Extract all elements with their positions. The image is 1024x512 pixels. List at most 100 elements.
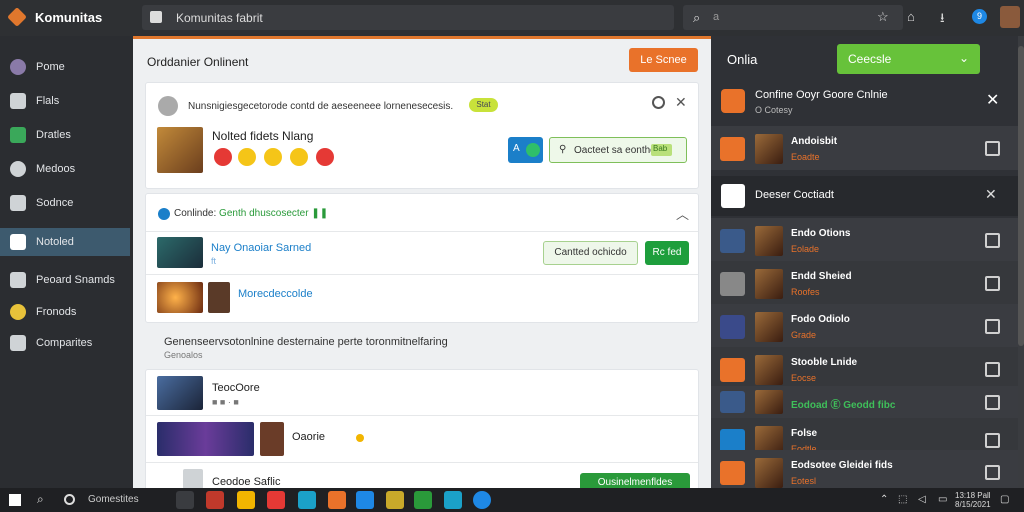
cry-face-icon[interactable]: [316, 148, 334, 166]
list-item-meta: ■ ■ · ■: [212, 397, 239, 407]
secondary-button[interactable]: Cantted ochicdo: [543, 241, 638, 265]
avatar: [755, 269, 783, 299]
speaker-icon[interactable]: ◁: [918, 494, 926, 505]
home-icon[interactable]: ⌂: [907, 9, 915, 24]
friend-checkbox[interactable]: [985, 395, 1000, 410]
divider: [146, 274, 698, 275]
panel-dropdown-button[interactable]: Ceecsle ⌄: [837, 44, 980, 74]
close-icon[interactable]: ✕: [986, 90, 999, 110]
robot-icon: [10, 127, 26, 143]
primary-button[interactable]: Rc fed: [645, 241, 689, 265]
share-button[interactable]: A: [508, 137, 543, 163]
friend-checkbox[interactable]: [985, 233, 1000, 248]
user-badge-icon[interactable]: 9: [972, 9, 987, 24]
friend-row[interactable]: Stooble Lnide Eocse: [711, 347, 1018, 391]
item-thumbnail[interactable]: [157, 422, 254, 456]
sidebar-item-notoled[interactable]: Notoled: [0, 228, 130, 256]
folder-icon[interactable]: [237, 491, 255, 509]
sidebar-item-dratles[interactable]: Dratles: [0, 121, 130, 149]
cortana-icon[interactable]: [64, 494, 75, 505]
action-button[interactable]: ⚲ Oacteet sa eonthe Bab: [549, 137, 687, 163]
friend-checkbox[interactable]: [985, 362, 1000, 377]
friend-row[interactable]: Fodo Odiolo Grade: [711, 304, 1018, 348]
card-title: Conlinde: Genth dhuscosecter ❚❚: [174, 208, 328, 219]
avatar[interactable]: [208, 282, 230, 313]
taskbar-search-label[interactable]: Gomestites: [88, 494, 139, 505]
app-icon[interactable]: [444, 491, 462, 509]
smile-face-icon[interactable]: [264, 148, 282, 166]
chevron-up-icon[interactable]: ⌃: [880, 494, 888, 505]
pause-icon: ❚❚: [311, 208, 329, 219]
item-thumbnail[interactable]: [157, 127, 203, 173]
post-text: Nunsnigiesgecetorode contd de aeseeneee …: [188, 101, 454, 112]
star-icon[interactable]: ☆: [877, 9, 889, 25]
task-view-icon[interactable]: [176, 491, 194, 509]
item-thumbnail[interactable]: [157, 237, 203, 268]
friend-row[interactable]: Endo Otions Eolade: [711, 218, 1018, 262]
friend-icon: [720, 229, 745, 253]
friend-checkbox[interactable]: [985, 141, 1000, 156]
sidebar-item-sodnce[interactable]: Sodnce: [0, 189, 130, 217]
avatar[interactable]: [260, 422, 284, 456]
sidebar-item-flals[interactable]: Flals: [0, 87, 130, 115]
grimace-face-icon[interactable]: [290, 148, 308, 166]
settings-icon[interactable]: [652, 96, 665, 109]
browser-icon[interactable]: [473, 491, 491, 509]
app-icon[interactable]: [267, 491, 285, 509]
scrollbar[interactable]: [1018, 36, 1024, 488]
list-item-title[interactable]: TeocOore: [212, 382, 260, 394]
avatar[interactable]: [1000, 6, 1020, 28]
download-icon[interactable]: ⭳: [940, 9, 945, 31]
angry-face-icon[interactable]: [214, 148, 232, 166]
friend-checkbox[interactable]: [985, 276, 1000, 291]
app-icon[interactable]: [328, 491, 346, 509]
friend-checkbox[interactable]: [985, 319, 1000, 334]
sidebar-item-comparites[interactable]: Comparites: [0, 329, 130, 357]
item-thumbnail[interactable]: [157, 282, 203, 313]
windows-start-icon[interactable]: [9, 494, 21, 506]
search-bar[interactable]: ⌕ a: [683, 5, 903, 30]
friend-row[interactable]: Andoisbit Eoadte: [711, 126, 1018, 170]
list-item-title[interactable]: Ceodoe Saflic: [212, 476, 281, 488]
friend-checkbox[interactable]: [985, 465, 1000, 480]
close-icon[interactable]: ✕: [675, 94, 687, 111]
search-input[interactable]: a: [713, 11, 719, 23]
battery-icon[interactable]: ▭: [938, 494, 947, 505]
sidebar: Pome Flals Dratles Medoos Sodnce Notoled…: [0, 36, 133, 488]
item-title-link[interactable]: Morecdeccolde: [238, 288, 313, 300]
list-item-title[interactable]: Oaorie: [292, 431, 325, 443]
app-icon[interactable]: [356, 491, 374, 509]
network-icon[interactable]: ⬚: [898, 494, 907, 505]
clock[interactable]: 13:18 Pall 8/15/2021: [955, 491, 991, 509]
search-icon[interactable]: ⌕: [37, 492, 44, 507]
friend-row[interactable]: Eodoad Ⓔ Geodd fibc: [711, 386, 1018, 418]
item-title-link[interactable]: Nay Onaoiar Sarned: [211, 242, 311, 254]
page-title: Orddanier Onlinent: [147, 55, 249, 69]
sidebar-item-label: Peoard Snamds: [36, 274, 115, 286]
sad-face-icon[interactable]: [238, 148, 256, 166]
address-bar[interactable]: Komunitas fabrit: [142, 5, 674, 30]
collapse-icon[interactable]: ✕: [985, 186, 997, 203]
app-icon[interactable]: [386, 491, 404, 509]
friend-icon: [720, 315, 745, 339]
chevron-up-icon[interactable]: ︿: [676, 204, 689, 223]
sidebar-item-label: Flals: [36, 95, 60, 107]
scrollbar-thumb[interactable]: [1018, 46, 1024, 346]
coin-icon: [10, 304, 26, 320]
section-title: Genenseervsotonlnine desternaine perte t…: [164, 336, 448, 348]
sidebar-item-pome[interactable]: Pome: [0, 53, 130, 81]
friend-row[interactable]: Endd Sheied Roofes: [711, 261, 1018, 305]
house-icon: [10, 234, 26, 250]
notifications-icon[interactable]: ▢: [1000, 494, 1009, 505]
friend-checkbox[interactable]: [985, 433, 1000, 448]
avatar: [755, 390, 783, 414]
item-thumbnail[interactable]: [183, 469, 203, 489]
header-button[interactable]: Le Scnee: [629, 48, 698, 72]
app-icon[interactable]: [414, 491, 432, 509]
item-thumbnail[interactable]: [157, 376, 203, 410]
sidebar-item-medoos[interactable]: Medoos: [0, 155, 130, 183]
app-icon[interactable]: [206, 491, 224, 509]
app-icon[interactable]: [298, 491, 316, 509]
sidebar-item-peoard-snamds[interactable]: Peoard Snamds: [0, 266, 130, 294]
sidebar-item-fronods[interactable]: Fronods: [0, 298, 130, 326]
